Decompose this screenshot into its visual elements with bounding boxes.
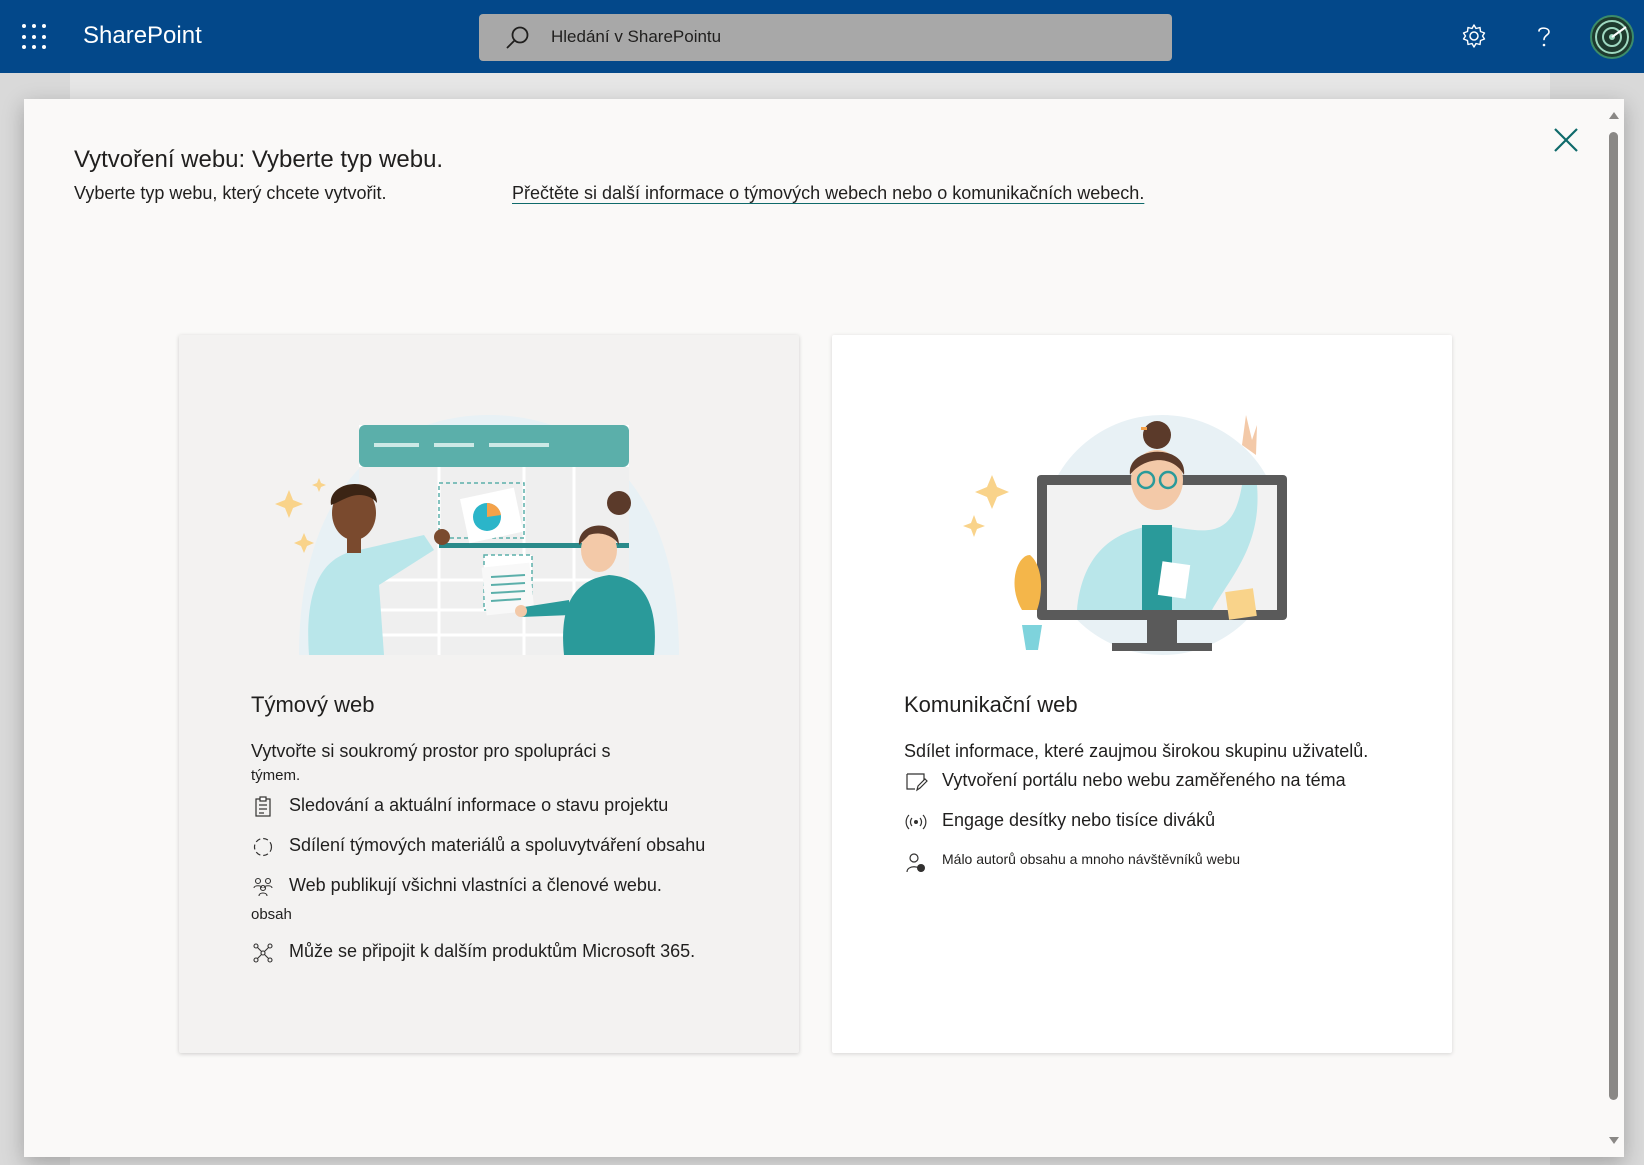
communication-site-title: Komunikační web [904, 692, 1078, 717]
scroll-down-icon[interactable] [1607, 1135, 1621, 1147]
gear-icon[interactable] [1460, 22, 1488, 50]
communication-site-description: Sdílet informace, které zaujmou širokou … [904, 741, 1369, 761]
team-site-illustration [275, 415, 679, 655]
communication-site-card[interactable]: Komunikační web Sdílet informace, které … [832, 335, 1452, 1053]
dialog-title: Vytvoření webu: Vyberte typ webu. [74, 146, 444, 173]
edit-page-icon [906, 773, 928, 792]
broadcast-icon [905, 814, 927, 830]
team-feature-item: Může se připojit k dalším produktům Micr… [251, 941, 695, 965]
team-feature-text: Sdílení týmových materiálů a spoluvytvář… [289, 835, 706, 855]
team-feature-item: Web publikují všichni vlastníci a členov… [251, 875, 662, 899]
search-input[interactable] [551, 22, 1141, 52]
create-site-dialog: Vytvoření webu: Vyberte typ webu. Vybert… [24, 99, 1624, 1157]
search-icon [506, 26, 529, 49]
team-feature-text: Může se připojit k dalším produktům Micr… [289, 941, 696, 961]
search-box[interactable] [479, 14, 1172, 61]
learn-more-link[interactable]: Přečtěte si další informace o týmových w… [512, 183, 1144, 204]
clipboard-checklist-icon [255, 796, 271, 817]
comm-feature-item: Málo autorů obsahu a mnoho návštěvníků w… [904, 851, 1240, 875]
comm-feature-text: Vytvoření portálu nebo webu zaměřeného n… [942, 770, 1346, 790]
team-site-description: Vytvořte si soukromý prostor pro spolupr… [251, 742, 771, 783]
scrollbar-thumb[interactable] [1609, 132, 1618, 1100]
team-site-card[interactable]: Týmový web Vytvořte si soukromý prostor … [179, 335, 799, 1053]
help-icon[interactable] [1530, 22, 1558, 50]
comm-feature-text: Málo autorů obsahu a mnoho návštěvníků w… [942, 851, 1241, 867]
dialog-subtitle: Vyberte typ webu, který chcete vytvořit. [74, 183, 387, 203]
close-icon[interactable] [1549, 123, 1583, 157]
team-site-title: Týmový web [251, 692, 375, 717]
comm-feature-item: Vytvoření portálu nebo webu zaměřeného n… [904, 770, 1346, 794]
team-feature-item: Sdílení týmových materiálů a spoluvytvář… [251, 835, 705, 859]
team-site-description-text: Vytvořte si soukromý prostor pro spolupr… [251, 741, 611, 761]
team-feature-item: Sledování a aktuální informace o stavu p… [251, 795, 668, 819]
communication-site-illustration [963, 415, 1287, 655]
network-nodes-icon [253, 943, 273, 963]
team-feature-text: Sledování a aktuální informace o stavu p… [289, 795, 669, 815]
people-group-icon [253, 877, 273, 897]
avatar[interactable] [1590, 15, 1634, 59]
scroll-up-icon[interactable] [1607, 109, 1621, 121]
suite-bar: SharePoint [0, 0, 1644, 73]
comm-feature-text: Engage desítky nebo tisíce diváků [942, 810, 1216, 830]
person-authors-icon [906, 853, 925, 873]
waffle-icon[interactable] [22, 24, 48, 50]
sync-circle-icon [253, 837, 273, 857]
team-site-description-cont: týmem. [251, 767, 301, 784]
comm-feature-item: Engage desítky nebo tisíce diváků [904, 810, 1215, 834]
team-feature-subtext: obsah [251, 906, 292, 923]
team-feature-text: Web publikují všichni vlastníci a členov… [289, 875, 662, 895]
app-brand[interactable]: SharePoint [83, 22, 202, 50]
